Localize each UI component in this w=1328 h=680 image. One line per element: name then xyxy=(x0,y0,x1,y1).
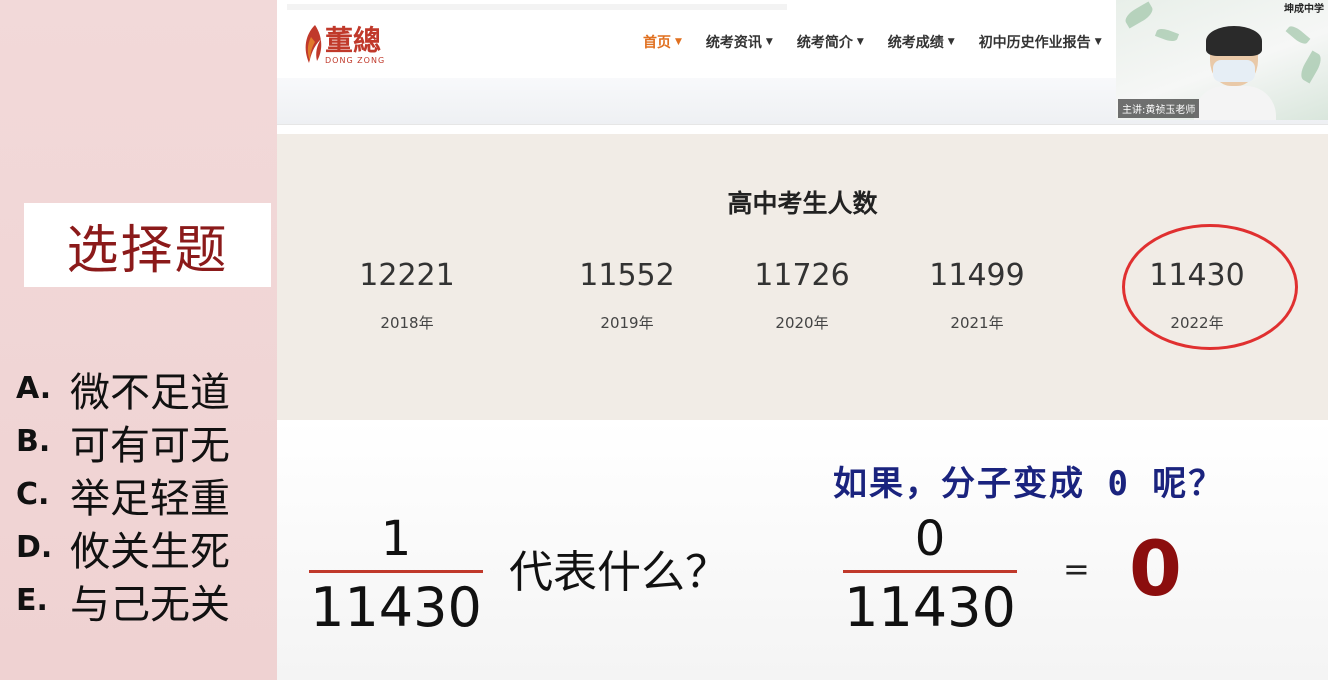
quiz-option-a: A. 微不足道 xyxy=(16,362,230,416)
leaf-decoration xyxy=(1285,23,1311,47)
fraction-bar xyxy=(309,570,483,573)
candidate-stats-panel: 高中考生人数 12221 2018年 11552 2019年 11726 202… xyxy=(277,134,1328,420)
fraction-zero: 0 11430 xyxy=(843,512,1017,639)
stat-item: 11726 2020年 xyxy=(722,258,882,333)
quiz-option-e: E. 与己无关 xyxy=(16,574,230,628)
nav-label: 初中历史作业报告 xyxy=(978,35,1091,51)
school-logo: 坤成中学 xyxy=(1284,4,1324,15)
caret-down-icon: ▼ xyxy=(856,37,864,47)
presenter-hair xyxy=(1206,26,1262,56)
stat-value: 11552 xyxy=(579,258,675,293)
stat-value: 11726 xyxy=(754,258,850,293)
webcam-feed: 坤成中学 主讲:黄祯玉老师 xyxy=(1116,0,1328,120)
stat-year: 2018年 xyxy=(380,314,434,332)
nav-item-exam-results[interactable]: 统考成绩 ▼ xyxy=(888,32,955,52)
nav-item-history-report[interactable]: 初中历史作业报告 ▼ xyxy=(979,32,1102,52)
stat-item: 12221 2018年 xyxy=(327,258,487,333)
speaker-label: 主讲:黄祯玉老师 xyxy=(1118,99,1200,118)
nav-label: 统考简介 xyxy=(796,35,853,51)
stat-year: 2019年 xyxy=(600,314,654,332)
logo-english: DONG ZONG xyxy=(325,55,386,65)
quiz-panel: 选择题 A. 微不足道 B. 可有可无 C. 举足轻重 D. 攸关生死 E. 与… xyxy=(0,0,277,680)
option-text: 微不足道 xyxy=(70,369,230,416)
presenter-mask xyxy=(1213,60,1255,82)
option-text: 举足轻重 xyxy=(70,475,230,522)
logo-text: 董總 DONG ZONG xyxy=(325,23,386,65)
flame-logo-icon xyxy=(305,25,322,63)
leaf-decoration xyxy=(1154,26,1180,44)
leaf-decoration xyxy=(1122,1,1156,29)
caret-down-icon: ▼ xyxy=(675,37,682,47)
quiz-options: A. 微不足道 B. 可有可无 C. 举足轻重 D. 攸关生死 E. 与己无关 xyxy=(16,362,230,628)
lesson-overlay: 如果，分子变成 0 呢？ 1 11430 代表什么？ 0 11430 = 0 xyxy=(277,420,1328,680)
stats-title: 高中考生人数 xyxy=(727,189,878,218)
presenter-body xyxy=(1194,86,1276,120)
fraction-bar xyxy=(843,570,1017,573)
caret-down-icon: ▼ xyxy=(765,37,773,47)
stat-value: 11499 xyxy=(929,258,1025,293)
highlight-circle xyxy=(1122,224,1298,350)
question-hint: 如果，分子变成 0 呢？ xyxy=(833,464,1225,504)
caret-down-icon: ▼ xyxy=(1094,37,1102,47)
caret-down-icon: ▼ xyxy=(947,37,955,47)
fraction-denominator: 11430 xyxy=(844,576,1016,639)
option-text: 可有可无 xyxy=(70,422,230,469)
quiz-option-b: B. 可有可无 xyxy=(16,415,230,469)
site-logo[interactable]: 董總 DONG ZONG xyxy=(301,18,385,72)
nav-item-exam-news[interactable]: 统考资讯 ▼ xyxy=(706,32,773,52)
leaf-decoration xyxy=(1297,50,1325,84)
nav-label: 统考资讯 xyxy=(705,35,762,51)
nav-label: 统考成绩 xyxy=(887,35,944,51)
main-nav: 首页 ▼ 统考资讯 ▼ 统考简介 ▼ 统考成绩 ▼ 初中历史作业报告 ▼ xyxy=(643,32,1126,52)
quiz-option-c: C. 举足轻重 xyxy=(16,468,230,522)
logo-chinese: 董總 xyxy=(325,23,382,57)
fraction-numerator: 1 xyxy=(380,511,412,567)
nav-label: 首页 xyxy=(643,35,671,51)
fraction-one: 1 11430 xyxy=(309,512,483,639)
option-letter: D. xyxy=(16,530,53,565)
option-letter: E. xyxy=(16,583,48,618)
quiz-option-d: D. 攸关生死 xyxy=(16,521,230,575)
zero-result: 0 xyxy=(1129,524,1182,613)
stat-item: 11552 2019年 xyxy=(547,258,707,333)
fraction-denominator: 11430 xyxy=(310,576,482,639)
fraction-numerator: 0 xyxy=(914,511,946,567)
quiz-title: 选择题 xyxy=(66,220,229,281)
equals-sign: = xyxy=(1063,550,1090,588)
option-letter: A. xyxy=(16,371,52,406)
quiz-title-box: 选择题 xyxy=(24,203,271,287)
option-text: 与己无关 xyxy=(70,581,230,628)
option-text: 攸关生死 xyxy=(70,528,230,575)
nav-item-home[interactable]: 首页 ▼ xyxy=(643,32,682,52)
nav-item-exam-intro[interactable]: 统考简介 ▼ xyxy=(797,32,864,52)
stat-year: 2020年 xyxy=(775,314,829,332)
stat-item: 11499 2021年 xyxy=(897,258,1057,333)
stat-value: 12221 xyxy=(359,258,455,293)
stat-year: 2021年 xyxy=(950,314,1004,332)
option-letter: C. xyxy=(16,477,50,512)
option-letter: B. xyxy=(16,424,51,459)
represents-question: 代表什么？ xyxy=(509,547,729,598)
